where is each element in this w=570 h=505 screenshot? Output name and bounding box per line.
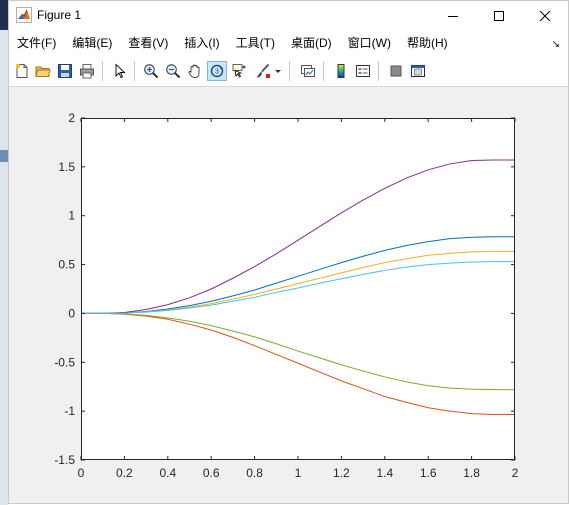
y-tick-label: -0.5 — [54, 355, 75, 369]
zoom-out-button[interactable] — [163, 61, 183, 81]
background-window-edge — [0, 0, 8, 505]
hand-icon — [188, 64, 200, 78]
zoom-in-icon — [144, 64, 159, 79]
x-tick-label: 0.8 — [246, 466, 263, 480]
y-tick-label: -1 — [64, 404, 75, 418]
menu-view[interactable]: 查看(V) — [120, 31, 176, 55]
folder-open-icon — [35, 66, 51, 77]
print-figure-button[interactable] — [77, 61, 97, 81]
insert-colorbar-button[interactable] — [331, 61, 351, 81]
new-figure-button[interactable] — [12, 61, 32, 81]
figure-canvas: 0 0.2 0.4 0.6 0.8 1 1.2 1.4 1.6 1.8 2 2 1.5 1 0.5 0 -0.5… — [9, 87, 568, 503]
insert-legend-button[interactable] — [353, 61, 373, 81]
toolbar-separator — [102, 61, 103, 81]
title-bar[interactable]: Figure 1 — [9, 1, 568, 31]
x-tick-label: 0 — [78, 466, 85, 480]
link-icon — [301, 65, 315, 77]
rotate-icon: 3 — [210, 64, 224, 78]
link-plot-button[interactable] — [298, 61, 318, 81]
toolbar-separator — [134, 61, 135, 81]
x-tick-label: 1.8 — [463, 466, 480, 480]
close-icon — [539, 10, 551, 22]
open-file-button[interactable] — [33, 61, 53, 81]
menu-help[interactable]: 帮助(H) — [399, 31, 456, 55]
figure-toolbar: 3 — [9, 55, 568, 87]
x-tick-label: 1 — [295, 466, 302, 480]
matlab-logo-icon — [16, 7, 32, 23]
x-tick-label: 1.2 — [333, 466, 350, 480]
chevron-down-icon — [275, 70, 281, 73]
axes-background — [81, 118, 515, 460]
menu-window[interactable]: 窗口(W) — [340, 31, 399, 55]
background-window-block — [0, 0, 8, 30]
save-icon — [58, 64, 72, 78]
y-tick-label: 1.5 — [58, 160, 75, 174]
menu-tools[interactable]: 工具(T) — [228, 31, 283, 55]
line-chart[interactable]: 0 0.2 0.4 0.6 0.8 1 1.2 1.4 1.6 1.8 2 2 1.5 1 0.5 0 -0.5… — [9, 87, 568, 503]
colorbar-icon — [337, 64, 345, 78]
brush-icon — [256, 63, 270, 78]
edit-plot-button[interactable] — [110, 61, 130, 81]
menu-dock-arrow-icon[interactable]: ↘ — [552, 39, 560, 50]
hide-tools-icon — [390, 65, 402, 77]
print-icon — [80, 64, 94, 79]
menu-insert[interactable]: 插入(I) — [176, 31, 227, 55]
close-button[interactable] — [522, 1, 568, 31]
x-tick-label: 0.4 — [159, 466, 176, 480]
pointer-icon — [115, 63, 126, 79]
maximize-icon — [494, 11, 504, 21]
menu-file[interactable]: 文件(F) — [9, 31, 64, 55]
x-tick-label: 0.6 — [203, 466, 220, 480]
menu-bar: 文件(F) 编辑(E) 查看(V) 插入(I) 工具(T) 桌面(D) 窗口(W… — [9, 31, 568, 55]
figure-window: Figure 1 文件(F) 编辑(E) 查看(V) 插入(I) 工具(T) 桌… — [8, 0, 569, 504]
data-cursor-button[interactable] — [229, 61, 249, 81]
menu-desktop[interactable]: 桌面(D) — [283, 31, 340, 55]
y-tick-label: 1 — [68, 209, 75, 223]
brush-dropdown-button[interactable] — [273, 61, 283, 81]
y-tick-label: 0.5 — [58, 258, 75, 272]
y-tick-label: 2 — [68, 111, 75, 125]
y-tick-label: -1.5 — [54, 453, 75, 467]
hide-plot-tools-button[interactable] — [386, 61, 406, 81]
minimize-button[interactable] — [430, 1, 476, 31]
toolbar-separator — [323, 61, 324, 81]
data-cursor-icon — [232, 64, 246, 78]
rotate-3d-button[interactable]: 3 — [207, 61, 227, 81]
window-title: Figure 1 — [37, 8, 82, 22]
pan-button[interactable] — [185, 61, 205, 81]
show-tools-icon — [411, 65, 425, 77]
legend-icon — [356, 65, 370, 77]
zoom-in-button[interactable] — [141, 61, 161, 81]
show-plot-tools-button[interactable] — [408, 61, 428, 81]
svg-text:3: 3 — [215, 69, 219, 76]
x-tick-label: 0.2 — [116, 466, 133, 480]
menu-edit[interactable]: 编辑(E) — [64, 31, 120, 55]
maximize-button[interactable] — [476, 1, 522, 31]
x-tick-label: 1.4 — [376, 466, 393, 480]
minimize-icon — [448, 16, 458, 17]
save-figure-button[interactable] — [55, 61, 75, 81]
toolbar-separator — [378, 61, 379, 81]
y-tick-label: 0 — [68, 306, 75, 320]
background-window-accent — [0, 150, 8, 162]
brush-button[interactable] — [253, 61, 273, 81]
new-file-icon — [15, 63, 28, 78]
toolbar-separator — [289, 61, 290, 81]
zoom-out-icon — [166, 64, 181, 79]
x-tick-label: 2 — [512, 466, 519, 480]
x-tick-label: 1.6 — [420, 466, 437, 480]
